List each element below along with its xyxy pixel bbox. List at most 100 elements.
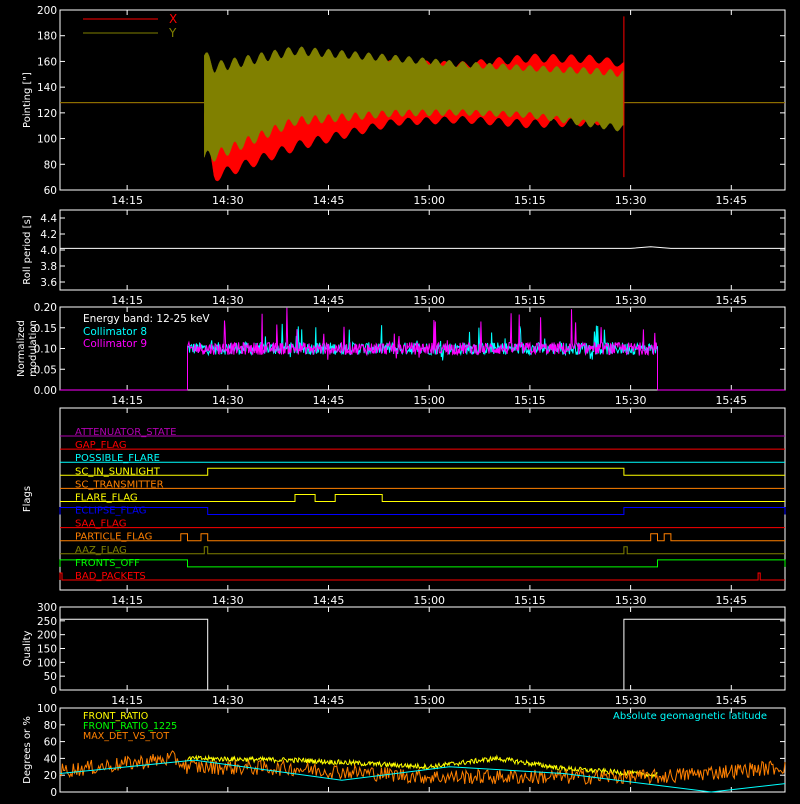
quality-xtick-label: 14:15: [111, 694, 143, 707]
quality-xtick-label: 15:45: [715, 694, 747, 707]
pointing-xtick-label: 15:00: [413, 194, 445, 207]
quality-xtick-label: 14:30: [212, 694, 244, 707]
modulation-ylabel: Normalized: [16, 320, 27, 377]
flag-label-flare-flag: FLARE_FLAG: [75, 492, 138, 503]
quicklook-figure: 14:15 14:30 14:45 15:00 15:15 15:30 15:45 60 80 1…: [0, 0, 800, 800]
quality-line: [60, 618, 785, 691]
pointing-xtick-label: 15:45: [715, 194, 747, 207]
flag-label-eclipse-flag: ECLIPSE_FLAG: [75, 506, 146, 517]
pointing-panel: 14:15 14:30 14:45 15:00 15:15 15:30 15:45 60 80 1…: [22, 5, 786, 207]
legend-label-Y: Y: [168, 26, 177, 40]
flag-line-fronts-off: [59, 559, 786, 568]
modulation-ytick-label: 0.00: [34, 385, 57, 397]
quality-xtick-label: 14:45: [313, 694, 345, 707]
flag-line-particle-flag: [60, 533, 785, 542]
pointing-ytick-label: 180: [37, 31, 57, 43]
flag-label-possible-flare: POSSIBLE_FLARE: [75, 453, 160, 464]
pointing-xtick-label: 15:30: [615, 194, 647, 207]
roll-xtick-label: 14:45: [313, 294, 345, 307]
legend-label-X: X: [169, 12, 177, 26]
pointing-ytick-label: 200: [37, 5, 57, 17]
modulation-xtick-label: 15:15: [514, 394, 546, 407]
lightcurve-panels: 14:15 14:30 14:45 15:00 15:15 15:30 15:45 60 80 1…: [16, 5, 786, 799]
flag-line-flare-flag: [60, 494, 785, 502]
ratios-ylabel: Degrees or %: [22, 716, 33, 784]
ratios-panel: 020406080100Degrees or % FRONT_RATIOFRONT…: [22, 703, 786, 799]
ratios-ytick-label: 80: [44, 720, 57, 732]
roll-line: [60, 246, 785, 249]
quality-xtick-label: 15:30: [615, 694, 647, 707]
pointing-ytick-label: 100: [37, 134, 57, 146]
modulation-ylabel: modulation: [28, 320, 39, 377]
flags-ylabel: Flags: [22, 486, 33, 512]
legend-collimator-8: Collimator 8: [83, 326, 147, 338]
ratios-ytick-label: 100: [37, 703, 57, 715]
quality-panel: 14:15 14:30 14:45 15:00 15:15 15:30 15:45 0 50 10…: [22, 602, 786, 707]
flag-label-particle-flag: PARTICLE_FLAG: [75, 532, 152, 543]
pointing-ytick-label: 160: [37, 56, 57, 68]
ratios-ytick-label: 40: [44, 753, 57, 765]
flags-xtick-label: 14:15: [111, 594, 143, 607]
roll-ytick-label: 3.6: [40, 277, 57, 289]
roll-xtick-label: 14:15: [111, 294, 143, 307]
flag-label-sc-in-sunlight: SC_IN_SUNLIGHT: [75, 466, 161, 477]
ratios-ytick-label: 60: [44, 737, 57, 749]
flag-line-eclipse-flag: [59, 507, 786, 515]
roll-ylabel: Roll period [s]: [22, 215, 33, 284]
energy-band-label: Energy band: 12-25 keV: [83, 313, 210, 325]
modulation-xtick-label: 15:30: [615, 394, 647, 407]
roll-ytick-label: 4.0: [40, 245, 57, 257]
flags-xtick-label: 15:30: [615, 594, 647, 607]
pointing-ytick-label: 80: [44, 159, 57, 171]
ratios-ytick-label: 20: [44, 770, 57, 782]
flags-xtick-label: 14:30: [212, 594, 244, 607]
modulation-xtick-label: 15:45: [715, 394, 747, 407]
modulation-panel: 14:15 14:30 14:45 15:00 15:15 15:30 15:45 0.00 0…: [16, 302, 786, 407]
pointing-ytick-label: 140: [37, 82, 57, 94]
modulation-xtick-label: 14:15: [111, 394, 143, 407]
modulation-xtick-label: 14:45: [313, 394, 345, 407]
modulation-xtick-label: 15:00: [413, 394, 445, 407]
roll-xtick-label: 15:45: [715, 294, 747, 307]
flag-label-attenuator-state: ATTENUATOR_STATE: [75, 427, 176, 438]
roll-panel: 14:15 14:30 14:45 15:00 15:15 15:30 15:45 3.6 3.…: [22, 209, 786, 307]
quality-ytick-label: 100: [37, 657, 57, 669]
roll-ytick-label: 3.8: [40, 261, 57, 273]
modulation-collimator-9: [187, 307, 658, 390]
legend-max-det-vs-tot: MAX_DET_VS_TOT: [83, 731, 169, 742]
flag-label-aaz-flag: AAZ_FLAG: [75, 545, 127, 556]
pointing-ytick-label: 120: [37, 108, 57, 120]
quality-ytick-label: 0: [50, 685, 57, 697]
legend-collimator-9: Collimator 9: [83, 338, 147, 350]
roll-xtick-label: 15:30: [615, 294, 647, 307]
flags-xtick-label: 14:45: [313, 594, 345, 607]
flag-label-bad-packets: BAD_PACKETS: [75, 571, 146, 582]
quality-xtick-label: 15:00: [413, 694, 445, 707]
roll-ytick-label: 4.4: [40, 213, 57, 225]
flags-xtick-label: 15:00: [413, 594, 445, 607]
flag-label-sc-transmitter: SC_TRANSMITTER: [75, 479, 164, 490]
pointing-xtick-label: 15:15: [514, 194, 546, 207]
roll-xtick-label: 15:00: [413, 294, 445, 307]
flags-xtick-label: 15:45: [715, 594, 747, 607]
roll-xtick-label: 15:15: [514, 294, 546, 307]
quality-ytick-label: 200: [37, 630, 57, 642]
quality-ytick-label: 250: [37, 616, 57, 628]
quality-ytick-label: 150: [37, 644, 57, 656]
flag-label-fronts-off: FRONTS_OFF: [75, 558, 140, 569]
flag-line-bad-packets: [59, 572, 785, 581]
quality-ylabel: Quality: [22, 631, 33, 667]
quality-ytick-label: 300: [37, 602, 57, 614]
quality-ytick-label: 50: [44, 671, 57, 683]
modulation-collimator-8: [187, 323, 658, 390]
flag-line-sc-in-sunlight: [60, 467, 785, 476]
modulation-ytick-label: 0.20: [34, 302, 57, 314]
geomagnetic-latitude-label: Absolute geomagnetic latitude: [613, 711, 767, 722]
modulation-xtick-label: 14:30: [212, 394, 244, 407]
flag-label-saa-flag: SAA_FLAG: [75, 519, 126, 530]
pointing-ylabel: Pointing ["]: [22, 72, 33, 128]
ratios-ytick-label: 0: [50, 787, 57, 799]
quality-xtick-label: 15:15: [514, 694, 546, 707]
pointing-xtick-label: 14:45: [313, 194, 345, 207]
pointing-ytick-label: 60: [44, 185, 57, 197]
